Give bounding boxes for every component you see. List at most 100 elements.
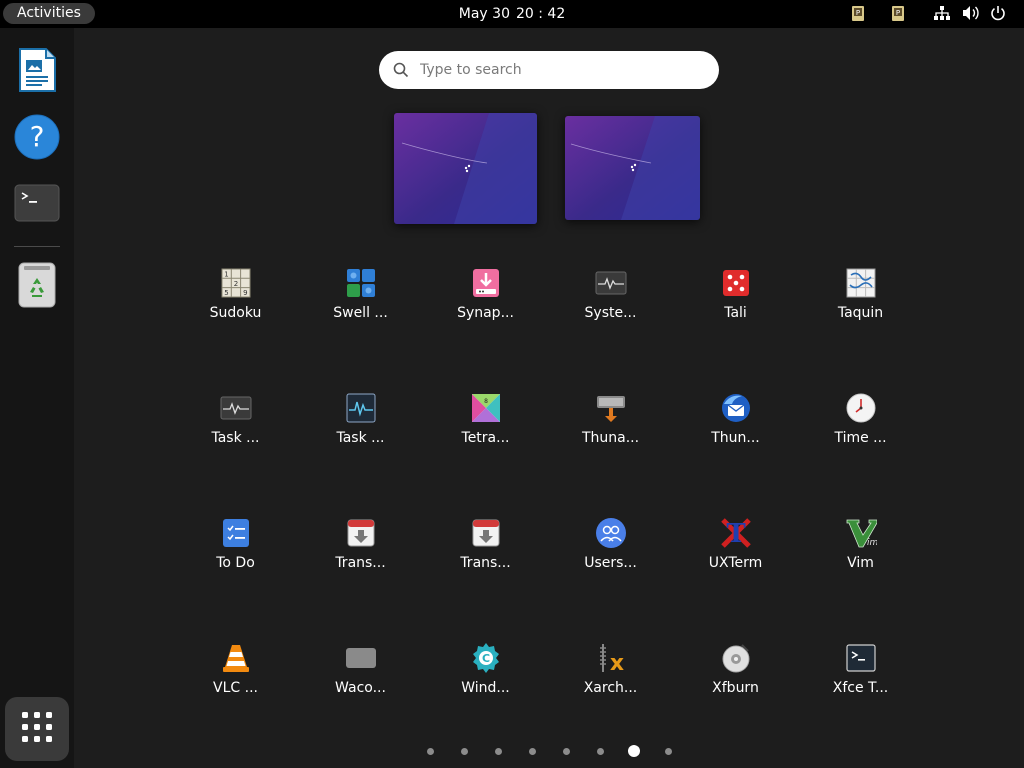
app-label: Swell ... [333, 305, 388, 321]
app-label: Wind... [461, 680, 510, 696]
thunar-icon [595, 392, 627, 424]
app-label: Taquin [837, 305, 884, 321]
app-grid-icon [21, 711, 53, 747]
trash-icon [18, 262, 56, 312]
search-input[interactable] [420, 59, 700, 81]
app-xfce-terminal[interactable]: Xfce T... [798, 631, 923, 731]
app-label: Synap... [457, 305, 514, 321]
page-dot-1[interactable] [427, 748, 434, 755]
svg-text:P: P [856, 9, 860, 17]
app-label: Task ... [336, 430, 385, 446]
svg-text:T: T [726, 519, 746, 549]
svg-text:2: 2 [234, 280, 238, 288]
svg-text:8: 8 [484, 398, 488, 405]
app-label: Waco... [335, 680, 386, 696]
window-settings-icon: C [470, 642, 502, 674]
svg-text:5: 5 [224, 289, 228, 297]
app-xfburn[interactable]: Xfburn [673, 631, 798, 731]
page-dot-4[interactable] [529, 748, 536, 755]
page-dot-6[interactable] [597, 748, 604, 755]
app-task-manager[interactable]: Task ... [173, 381, 298, 481]
thunderbird-icon [720, 392, 752, 424]
app-tali[interactable]: Tali [673, 256, 798, 356]
vim-icon: im [845, 517, 879, 549]
clock[interactable]: May 30 20 : 42 [0, 6, 1024, 22]
app-vim[interactable]: im Vim [798, 506, 923, 606]
dock-item-terminal[interactable] [10, 178, 64, 232]
app-task-manager-2[interactable]: Task ... [298, 381, 423, 481]
xfce-terminal-icon [845, 642, 877, 674]
app-label: To Do [216, 555, 255, 571]
transmission-icon [345, 517, 377, 549]
task-manager-2-icon [345, 392, 377, 424]
page-dot-3[interactable] [495, 748, 502, 755]
workspace-thumbnail-2[interactable] [565, 116, 700, 220]
app-vlc[interactable]: VLC ... [173, 631, 298, 731]
app-taquin[interactable]: Taquin [798, 256, 923, 356]
xarchiver-icon: x [595, 642, 627, 676]
app-transmission[interactable]: Trans... [298, 506, 423, 606]
svg-text:im: im [867, 538, 877, 548]
dock-item-help[interactable]: ? [10, 112, 64, 166]
app-label: Thuna... [581, 430, 640, 446]
tray-indicator-2-icon[interactable]: P [891, 5, 905, 23]
svg-text:x: x [610, 651, 624, 674]
app-label: Thun... [711, 430, 760, 446]
app-label: Trans... [335, 555, 386, 571]
app-label: Syste... [584, 305, 637, 321]
app-transmission-2[interactable]: Trans... [423, 506, 548, 606]
page-dot-8[interactable] [665, 748, 672, 755]
search-bar[interactable] [379, 51, 719, 89]
swell-foop-icon [345, 267, 377, 299]
top-bar: Activities May 30 20 : 42 P P [0, 0, 1024, 28]
writer-icon [17, 47, 57, 97]
dock: ? [0, 28, 74, 768]
network-icon[interactable] [933, 5, 951, 23]
app-label: VLC ... [213, 680, 258, 696]
app-wacom[interactable]: Waco... [298, 631, 423, 731]
page-dot-5[interactable] [563, 748, 570, 755]
app-thunar[interactable]: Thuna... [548, 381, 673, 481]
sudoku-icon: 129 5 [220, 267, 252, 299]
dock-separator [14, 246, 60, 247]
app-label: Tetra... [461, 430, 510, 446]
app-sudoku[interactable]: 129 5 Sudoku [173, 256, 298, 356]
workspace-thumbnail-1[interactable] [394, 113, 537, 224]
dock-item-trash[interactable] [10, 260, 64, 314]
app-uxterm[interactable]: T UXTerm [673, 506, 798, 606]
app-label: Xfburn [712, 680, 759, 696]
dock-item-writer[interactable] [10, 45, 64, 99]
search-icon [393, 62, 409, 82]
terminal-icon [14, 184, 60, 226]
power-icon[interactable] [990, 5, 1006, 23]
svg-text:C: C [482, 652, 490, 665]
page-dot-7[interactable] [628, 745, 640, 757]
page-dot-2[interactable] [461, 748, 468, 755]
app-system-monitor[interactable]: Syste... [548, 256, 673, 356]
app-swell-foop[interactable]: Swell ... [298, 256, 423, 356]
tali-icon [720, 267, 752, 299]
app-window-settings[interactable]: C Wind... [423, 631, 548, 731]
app-users[interactable]: Users... [548, 506, 673, 606]
tetravex-icon: 8 [470, 392, 502, 424]
app-thunderbird[interactable]: Thun... [673, 381, 798, 481]
app-xarchiver[interactable]: x Xarch... [548, 631, 673, 731]
tray-indicator-1-icon[interactable]: P [851, 5, 865, 23]
app-todo[interactable]: To Do [173, 506, 298, 606]
svg-text:1: 1 [224, 271, 228, 279]
app-clock[interactable]: Time ... [798, 381, 923, 481]
show-apps-button[interactable] [5, 697, 69, 761]
app-synaptic[interactable]: Synap... [423, 256, 548, 356]
svg-text:P: P [896, 9, 900, 17]
app-label: Tali [724, 305, 747, 321]
uxterm-icon: T [720, 517, 752, 549]
vlc-icon [220, 642, 252, 674]
app-label: Xfce T... [832, 680, 889, 696]
transmission-2-icon [470, 517, 502, 549]
help-icon: ? [14, 114, 60, 164]
volume-icon[interactable] [962, 5, 980, 23]
app-label: Time ... [834, 430, 887, 446]
app-tetravex[interactable]: 8 Tetra... [423, 381, 548, 481]
app-label: UXTerm [708, 555, 763, 571]
svg-text:9: 9 [243, 289, 247, 297]
